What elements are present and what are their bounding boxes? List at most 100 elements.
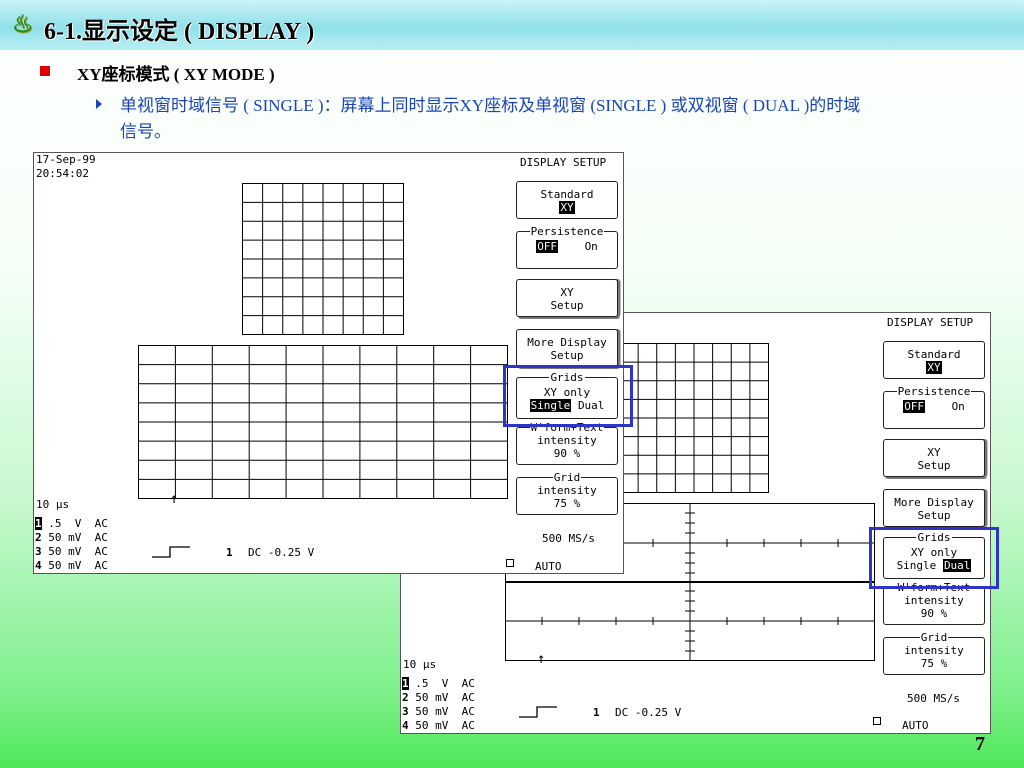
- time: 20:54:02: [36, 167, 89, 180]
- channel-setting: .5 V AC: [41, 517, 108, 530]
- persistence-label: Persistence: [529, 225, 605, 238]
- xy-grid: [619, 343, 769, 493]
- channel-setting: 50 mV AC: [41, 559, 108, 572]
- stop-square-icon: [506, 559, 514, 567]
- waveform-intensity-label: intensity: [904, 594, 964, 607]
- trigger-arrow-icon: ↑: [170, 491, 179, 507]
- channel-number: 2: [35, 531, 42, 544]
- triangle-bullet-icon: [96, 99, 102, 109]
- grid-label: Grid: [919, 631, 949, 644]
- more-display-setup-button[interactable]: More Display Setup: [883, 489, 985, 527]
- grid-intensity-control[interactable]: Grid intensity 75 %: [516, 471, 618, 515]
- more-display-label-1: More Display: [527, 336, 607, 349]
- more-display-label-2: Setup: [917, 509, 951, 522]
- waveform-intensity-value: 90 %: [920, 607, 948, 620]
- channel-list: 1 .5 V AC 2 50 mV AC 3 50 mV AC 4 50 mV AC: [35, 517, 108, 573]
- persistence-toggle[interactable]: Persistence OFF On: [516, 225, 618, 269]
- persistence-toggle[interactable]: Persistence OFF On: [883, 385, 985, 429]
- channel-number: 3: [35, 545, 42, 558]
- channel-setting: 50 mV AC: [41, 531, 108, 544]
- sample-rate: 500 MS/s: [907, 692, 960, 705]
- more-display-label-2: Setup: [550, 349, 584, 362]
- channel-number: 4: [402, 719, 409, 732]
- channel-row: 2 50 mV AC: [35, 531, 108, 545]
- grid-intensity-label: intensity: [537, 484, 597, 497]
- trigger-mode: AUTO: [902, 719, 929, 732]
- trigger-mode: AUTO: [535, 560, 562, 573]
- channel-row: 3 50 mV AC: [402, 705, 475, 719]
- channel-number: 1: [402, 677, 409, 690]
- grid-intensity-control[interactable]: Grid intensity 75 %: [883, 631, 985, 675]
- waveform-intensity-label: intensity: [537, 434, 597, 447]
- standard-button[interactable]: Standard XY: [883, 341, 985, 379]
- xy-setup-button[interactable]: XY Setup: [516, 279, 618, 317]
- timebase: 10 µs: [36, 498, 70, 511]
- slide-subtitle: XY座标模式 ( XY MODE ): [77, 65, 275, 84]
- channel-number: 4: [35, 559, 42, 572]
- channel-row: 4 50 mV AC: [35, 559, 108, 573]
- persistence-off: OFF: [536, 240, 559, 253]
- channel-setting: 50 mV AC: [408, 705, 475, 718]
- persistence-off: OFF: [903, 400, 926, 413]
- sample-rate: 500 MS/s: [542, 532, 595, 545]
- scope-screen-single: 17-Sep-99 20:54:02 DISPLAY SETUP Standar…: [33, 152, 624, 574]
- grid-intensity-value: 75 %: [553, 497, 581, 510]
- waveform-intensity-control[interactable]: W'form+Text intensity 90 %: [883, 581, 985, 625]
- channel-row: 4 50 mV AC: [402, 719, 475, 733]
- standard-button[interactable]: Standard XY: [516, 181, 618, 219]
- more-display-label-1: More Display: [894, 496, 974, 509]
- grid-intensity-value: 75 %: [920, 657, 948, 670]
- grids-highlight-single: [503, 365, 633, 427]
- running-figure-icon: ♨: [12, 12, 34, 38]
- channel-number: 2: [402, 691, 409, 704]
- trigger-edge-icon: [152, 546, 190, 558]
- channel-setting: 50 mV AC: [408, 719, 475, 732]
- page-number: 7: [975, 733, 985, 755]
- red-square-bullet-icon: [40, 66, 50, 76]
- standard-value: XY: [559, 201, 575, 214]
- standard-value: XY: [926, 361, 942, 374]
- channel-setting: 50 mV AC: [408, 691, 475, 704]
- persistence-label: Persistence: [896, 385, 972, 398]
- trigger-channel: 1: [226, 546, 233, 559]
- date: 17-Sep-99: [36, 153, 96, 166]
- waveform-intensity-control[interactable]: W'form+Text intensity 90 %: [516, 421, 618, 465]
- stop-square-icon: [873, 717, 881, 725]
- trigger-info: DC -0.25 V: [248, 546, 315, 559]
- channel-setting: 50 mV AC: [41, 545, 108, 558]
- channel-list: 1 .5 V AC 2 50 mV AC 3 50 mV AC 4 50 mV AC: [402, 677, 475, 733]
- xy-grid: [242, 183, 404, 335]
- waveform-intensity-value: 90 %: [553, 447, 581, 460]
- xy-setup-label-2: Setup: [550, 299, 584, 312]
- time-grid-lower: [505, 581, 875, 661]
- grid-intensity-label: intensity: [904, 644, 964, 657]
- standard-label: Standard: [907, 348, 961, 361]
- standard-label: Standard: [540, 188, 594, 201]
- persistence-on: On: [951, 400, 965, 413]
- xy-setup-label-1: XY: [927, 446, 941, 459]
- grids-highlight-dual: [869, 527, 999, 589]
- channel-row: 1 .5 V AC: [35, 517, 108, 531]
- trigger-info: DC -0.25 V: [615, 706, 682, 719]
- menu-title: DISPLAY SETUP: [520, 156, 607, 169]
- trigger-edge-icon: [519, 706, 557, 718]
- more-display-setup-button[interactable]: More Display Setup: [516, 329, 618, 367]
- trigger-channel: 1: [593, 706, 600, 719]
- slide-title: 6-1.显示设定 ( DISPLAY ): [44, 19, 315, 45]
- xy-setup-label-2: Setup: [917, 459, 951, 472]
- channel-setting: .5 V AC: [408, 677, 475, 690]
- channel-number: 3: [402, 705, 409, 718]
- channel-row: 3 50 mV AC: [35, 545, 108, 559]
- xy-setup-button[interactable]: XY Setup: [883, 439, 985, 477]
- trigger-arrow-icon: ↑: [537, 651, 546, 667]
- channel-row: 2 50 mV AC: [402, 691, 475, 705]
- channel-number: 1: [35, 517, 42, 530]
- time-grid: [138, 345, 508, 499]
- menu-title: DISPLAY SETUP: [887, 316, 974, 329]
- description: 单视窗时域信号 ( SINGLE )：屏幕上同时显示XY座标及单视窗 (SING…: [120, 93, 860, 145]
- grid-label: Grid: [552, 471, 582, 484]
- xy-setup-label-1: XY: [560, 286, 574, 299]
- description-line-1: 单视窗时域信号 ( SINGLE )：屏幕上同时显示XY座标及单视窗 (SING…: [120, 96, 861, 115]
- description-line-2: 信号。: [120, 122, 171, 141]
- channel-row: 1 .5 V AC: [402, 677, 475, 691]
